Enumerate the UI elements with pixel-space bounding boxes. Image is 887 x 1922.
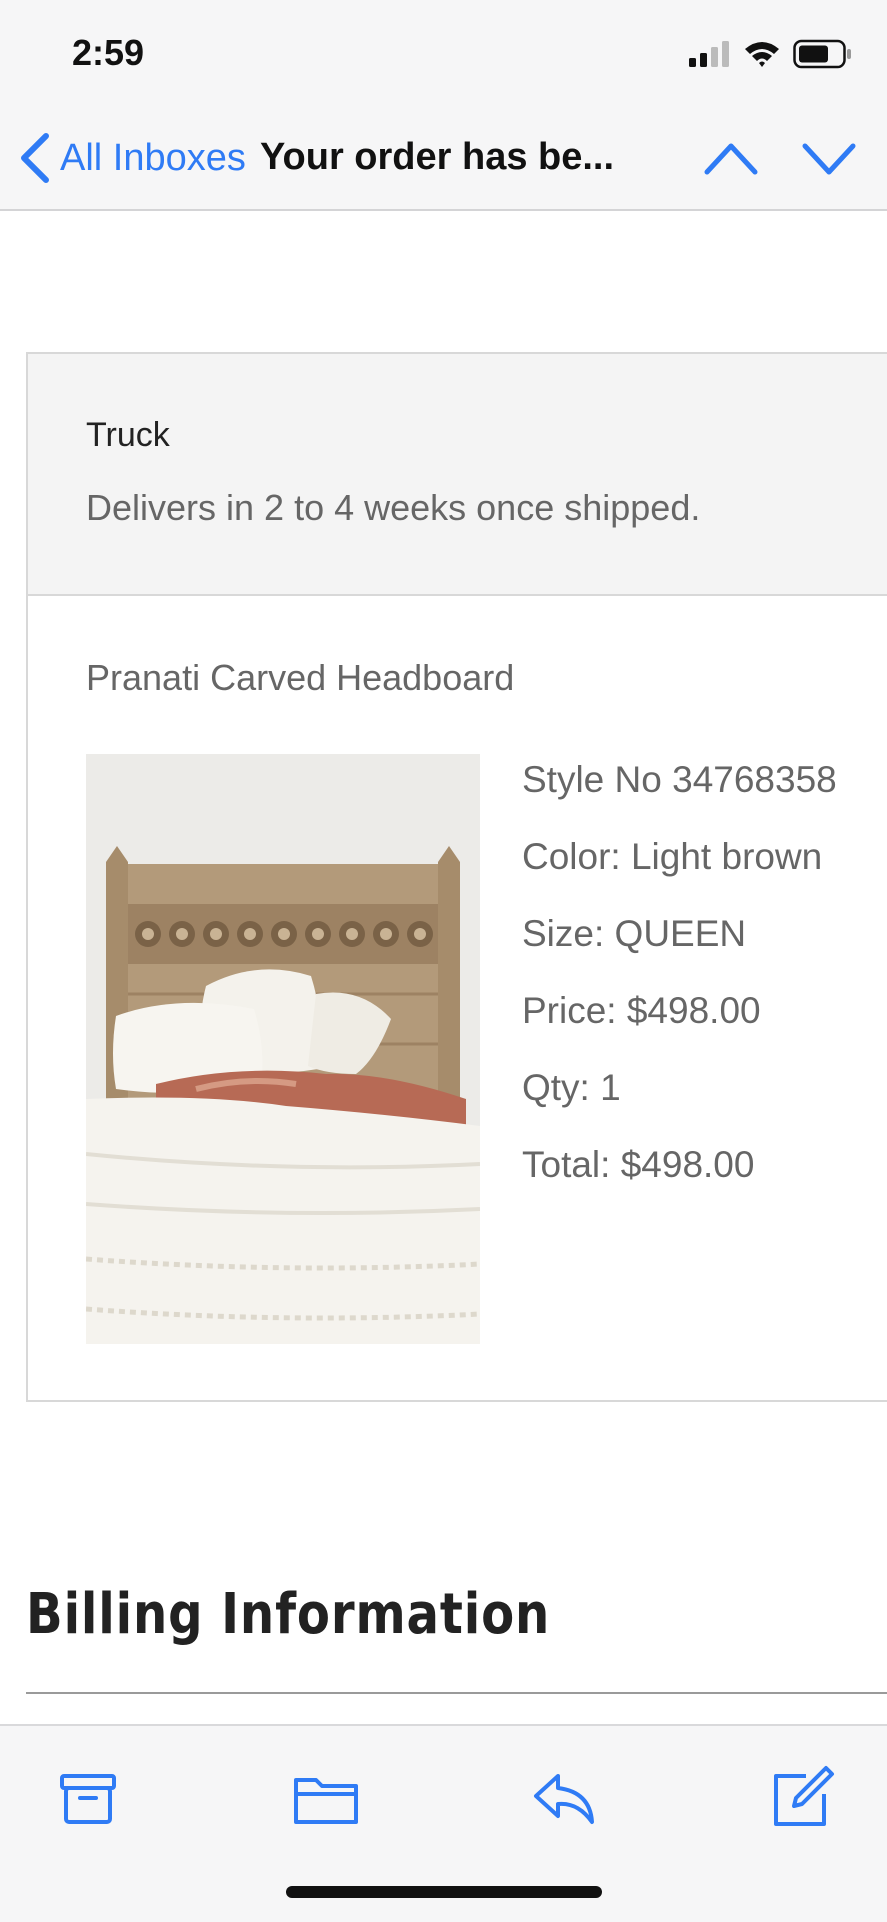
shipping-section: Truck Delivers in 2 to 4 weeks once ship…	[28, 354, 887, 596]
home-indicator[interactable]	[286, 1886, 602, 1898]
message-navigation	[703, 136, 857, 180]
quantity: Qty: 1	[522, 1067, 621, 1108]
product-image[interactable]	[86, 754, 480, 1344]
back-label: All Inboxes	[60, 136, 246, 179]
shipping-method: Truck	[86, 416, 170, 454]
battery-icon	[793, 39, 851, 69]
chevron-down-icon[interactable]	[801, 136, 857, 180]
email-subject: Your order has be...	[260, 136, 615, 178]
product-details: Style No 34768358 Color: Light brown Siz…	[522, 754, 837, 1216]
back-button[interactable]: All Inboxes	[18, 132, 246, 184]
status-bar: 2:59	[0, 0, 887, 108]
status-time: 2:59	[72, 32, 145, 73]
compose-icon[interactable]	[766, 1764, 838, 1830]
reply-icon[interactable]	[528, 1764, 600, 1830]
signal-icon	[689, 41, 729, 67]
total: Total: $498.00	[522, 1144, 755, 1185]
chevron-up-icon[interactable]	[703, 136, 759, 180]
order-item-card: Truck Delivers in 2 to 4 weeks once ship…	[26, 352, 887, 1402]
headboard-bed-illustration	[86, 754, 480, 1344]
chevron-left-icon	[21, 133, 49, 183]
product-name: Pranati Carved Headboard	[86, 657, 515, 698]
billing-heading: Billing Information	[26, 1582, 551, 1647]
divider	[26, 1692, 887, 1694]
shipping-note: Delivers in 2 to 4 weeks once shipped.	[86, 487, 701, 528]
size: Size: QUEEN	[522, 913, 747, 954]
color: Color: Light brown	[522, 836, 823, 877]
style-number: Style No 34768358	[522, 759, 837, 800]
price: Price: $498.00	[522, 990, 761, 1031]
archive-icon[interactable]	[52, 1764, 124, 1830]
wifi-icon	[745, 42, 779, 67]
folder-icon[interactable]	[290, 1764, 362, 1830]
status-icons	[687, 36, 853, 72]
nav-bar: All Inboxes Your order has be...	[0, 108, 887, 211]
